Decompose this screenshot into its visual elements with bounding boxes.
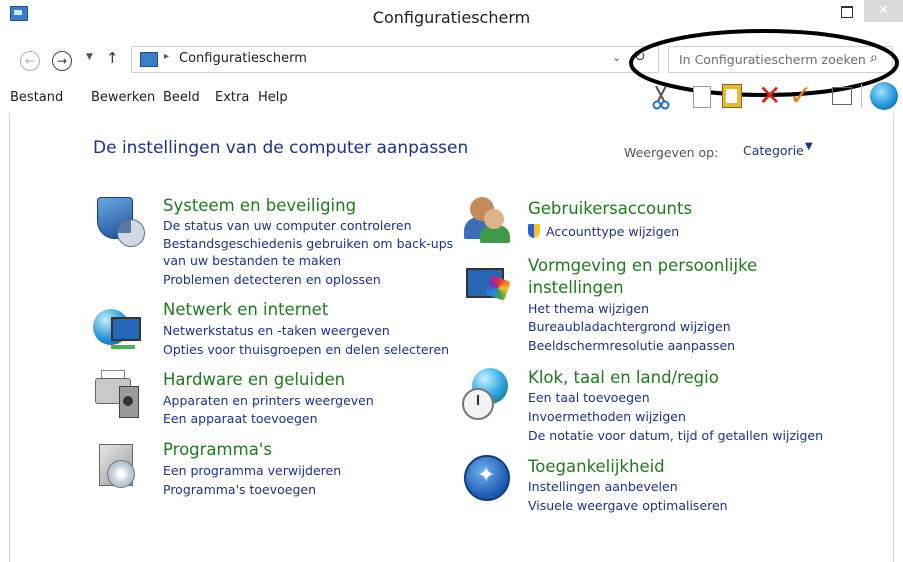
link-change-theme[interactable]: Het thema wijzigen: [528, 300, 649, 318]
system-security-icon[interactable]: [95, 195, 147, 247]
breadcrumb[interactable]: Configuratiescherm: [179, 51, 307, 66]
hardware-sound-icon[interactable]: [93, 368, 145, 420]
breadcrumb-separator[interactable]: ▸: [164, 51, 169, 62]
checkmark-icon[interactable]: ✓: [789, 82, 812, 110]
category-programs[interactable]: Programma's: [163, 440, 272, 459]
menu-extra[interactable]: Extra: [215, 90, 249, 105]
link-change-account-type[interactable]: Accounttype wijzigen: [546, 223, 679, 241]
category-system-security[interactable]: Systeem en beveiliging: [163, 196, 356, 215]
copy-icon[interactable]: [693, 86, 711, 108]
link-devices-printers[interactable]: Apparaten en printers weergeven: [163, 392, 374, 410]
maximize-button[interactable]: [833, 0, 861, 22]
link-date-time-format[interactable]: De notatie voor datum, tijd of getallen …: [528, 427, 823, 445]
user-accounts-icon[interactable]: [462, 195, 514, 247]
close-button[interactable]: ✕: [864, 0, 903, 22]
link-uninstall-program[interactable]: Een programma verwijderen: [163, 462, 341, 480]
menu-help[interactable]: Help: [258, 90, 288, 105]
address-dropdown-icon[interactable]: ⌄: [612, 51, 621, 64]
link-screen-resolution[interactable]: Beeldschermresolutie aanpassen: [528, 337, 735, 355]
window-title: Configuratiescherm: [372, 8, 531, 27]
link-desktop-background[interactable]: Bureaubladachtergrond wijzigen: [528, 318, 731, 336]
toolbar-divider: [861, 84, 862, 108]
link-network-status[interactable]: Netwerkstatus en -taken weergeven: [163, 322, 390, 340]
forward-button[interactable]: →: [52, 51, 72, 71]
link-optimize-visual[interactable]: Visuele weergave optimaliseren: [528, 497, 728, 515]
view-by-dropdown[interactable]: Categorie: [743, 143, 804, 158]
network-icon[interactable]: [93, 305, 145, 357]
category-clock-language[interactable]: Klok, taal en land/regio: [528, 368, 719, 387]
menu-bewerken[interactable]: Bewerken: [91, 90, 155, 105]
clock-language-region-icon[interactable]: [462, 368, 514, 420]
link-file-history[interactable]: Bestandsgeschiedenis gebruiken om back-u…: [163, 235, 453, 253]
link-troubleshoot[interactable]: Problemen detecteren en oplossen: [163, 271, 381, 289]
programs-icon[interactable]: [95, 440, 147, 492]
link-input-methods[interactable]: Invoermethoden wijzigen: [528, 408, 686, 426]
scissors-icon[interactable]: [650, 84, 672, 110]
link-check-status[interactable]: De status van uw computer controleren: [163, 217, 412, 235]
category-appearance-line2[interactable]: instellingen: [528, 278, 624, 297]
chevron-down-icon[interactable]: ▼: [805, 141, 813, 152]
category-network[interactable]: Netwerk en internet: [163, 300, 328, 319]
recent-locations-dropdown[interactable]: ▼: [86, 52, 93, 62]
link-recommend-settings[interactable]: Instellingen aanbevelen: [528, 478, 678, 496]
link-file-history-cont[interactable]: van uw bestanden te maken: [163, 252, 341, 270]
link-add-language[interactable]: Een taal toevoegen: [528, 389, 650, 407]
link-add-programs[interactable]: Programma's toevoegen: [163, 481, 316, 499]
link-add-device[interactable]: Een apparaat toevoegen: [163, 410, 318, 428]
category-hardware[interactable]: Hardware en geluiden: [163, 370, 345, 389]
control-panel-icon: [140, 52, 158, 67]
category-user-accounts[interactable]: Gebruikersaccounts: [528, 199, 692, 218]
category-accessibility[interactable]: Toegankelijkheid: [528, 457, 665, 476]
delete-icon[interactable]: ✕: [758, 82, 781, 110]
address-bar[interactable]: ▸ Configuratiescherm ⌄ ↻: [131, 46, 659, 73]
back-button[interactable]: ←: [20, 51, 40, 71]
link-homegroup[interactable]: Opties voor thuisgroepen en delen select…: [163, 341, 449, 359]
properties-icon[interactable]: [832, 87, 852, 105]
category-appearance[interactable]: Vormgeving en persoonlijke: [528, 256, 757, 275]
uac-shield-icon: [528, 224, 540, 238]
up-button[interactable]: ↑: [106, 49, 119, 67]
paste-icon[interactable]: [722, 84, 742, 108]
accessibility-icon[interactable]: [464, 455, 516, 507]
globe-icon[interactable]: [870, 82, 898, 110]
page-title: De instellingen van de computer aanpasse…: [93, 138, 469, 158]
menu-bestand[interactable]: Bestand: [10, 90, 63, 105]
appearance-icon[interactable]: [462, 262, 514, 314]
view-by-label: Weergeven op:: [624, 145, 719, 160]
menu-beeld[interactable]: Beeld: [163, 90, 200, 105]
